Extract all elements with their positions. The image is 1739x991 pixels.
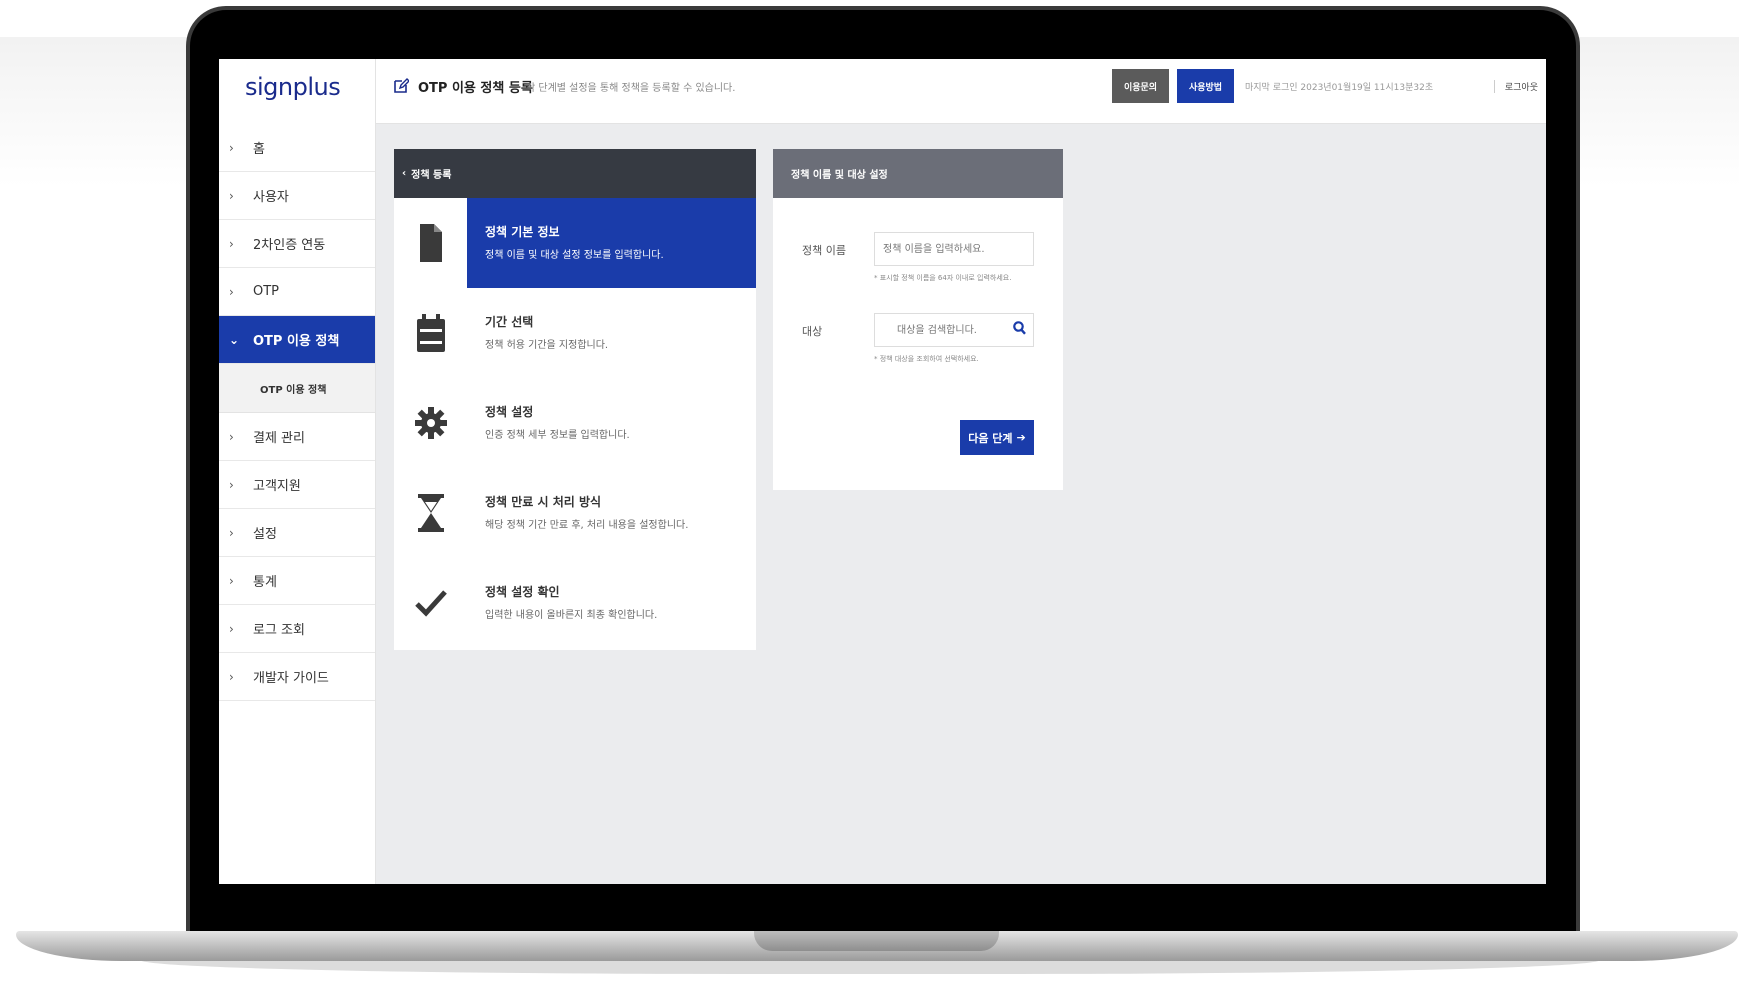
- sidebar-item-statistics[interactable]: › 통계: [219, 557, 375, 605]
- step-period-select[interactable]: 기간 선택 정책 허용 기간을 지정합니다.: [394, 288, 756, 378]
- sidebar-item-label: OTP: [253, 284, 280, 299]
- step-title: 정책 설정: [485, 405, 534, 419]
- chevron-down-icon: ⌄: [229, 332, 240, 347]
- inquiry-button[interactable]: 이용문의: [1112, 69, 1169, 103]
- chevron-right-icon: ›: [229, 477, 234, 492]
- chevron-right-icon: ›: [229, 140, 234, 155]
- steps-panel: ‹ 정책 등록 정책 기본 정보 정책 이름 및 대상 설정 정보를 입력합니다…: [394, 149, 756, 650]
- hourglass-icon: [394, 468, 468, 558]
- sidebar-item-label: 통계: [253, 575, 277, 590]
- policy-name-input[interactable]: [874, 232, 1034, 266]
- step-title: 정책 설정 확인: [485, 585, 560, 599]
- steps-panel-title: 정책 등록: [411, 170, 452, 181]
- sidebar-item-otp[interactable]: › OTP: [219, 268, 375, 316]
- target-search-input[interactable]: [874, 313, 1034, 347]
- sidebar-item-label: 홈: [253, 142, 265, 157]
- sidebar-item-billing[interactable]: › 결제 관리: [219, 413, 375, 461]
- chevron-right-icon: ›: [229, 284, 234, 299]
- step-description: 해당 정책 기간 만료 후, 처리 내용을 설정합니다.: [485, 520, 689, 531]
- chevron-right-icon: ›: [229, 236, 234, 251]
- sidebar: › 홈 › 사용자 › 2차인증 연동 › OTP ⌄ OTP 이용 정책 OT…: [219, 124, 376, 884]
- policy-name-label: 정책 이름: [802, 244, 846, 257]
- sidebar-item-label: OTP 이용 정책: [253, 334, 340, 349]
- sidebar-subitem-otp-policy[interactable]: OTP 이용 정책: [219, 364, 375, 413]
- step-description: 정책 허용 기간을 지정합니다.: [485, 340, 609, 351]
- step-basic-info[interactable]: 정책 기본 정보 정책 이름 및 대상 설정 정보를 입력합니다.: [394, 198, 756, 288]
- chevron-right-icon: ›: [229, 525, 234, 540]
- chevron-right-icon: ›: [229, 669, 234, 684]
- edit-icon: [393, 78, 410, 94]
- next-step-button[interactable]: 다음 단계 ➔: [960, 420, 1034, 455]
- step-title: 정책 기본 정보: [485, 225, 560, 239]
- document-icon: [394, 198, 468, 288]
- calendar-icon: [394, 288, 468, 378]
- chevron-right-icon: ›: [229, 188, 234, 203]
- step-confirm-settings[interactable]: 정책 설정 확인 입력한 내용이 올바른지 최종 확인합니다.: [394, 558, 756, 648]
- sidebar-item-label: 설정: [253, 527, 277, 542]
- sidebar-item-label: 개발자 가이드: [253, 671, 329, 686]
- policy-form-panel: 정책 이름 및 대상 설정 정책 이름 * 표시할 정책 이름을 64자 이내로…: [773, 149, 1063, 490]
- logout-link[interactable]: 로그아웃: [1493, 80, 1538, 93]
- sidebar-item-users[interactable]: › 사용자: [219, 172, 375, 220]
- sidebar-item-label: 로그 조회: [253, 623, 305, 638]
- user-guide-button[interactable]: 사용방법: [1177, 69, 1234, 103]
- form-title: 정책 이름 및 대상 설정: [773, 149, 1063, 198]
- app-screen: signplus OTP 이용 정책 등록 각 단계별 설정을 통해 정책을 등…: [219, 59, 1546, 884]
- gear-icon: [394, 378, 468, 468]
- laptop-notch: [754, 931, 999, 951]
- step-expiration-handling[interactable]: 정책 만료 시 처리 방식 해당 정책 기간 만료 후, 처리 내용을 설정합니…: [394, 468, 756, 558]
- check-icon: [394, 558, 468, 648]
- sidebar-item-label: 고객지원: [253, 479, 301, 494]
- step-description: 정책 이름 및 대상 설정 정보를 입력합니다.: [485, 250, 664, 261]
- target-label: 대상: [802, 325, 823, 338]
- policy-name-hint: * 표시할 정책 이름을 64자 이내로 입력하세요.: [874, 274, 1012, 282]
- logo[interactable]: signplus: [245, 73, 341, 101]
- search-icon[interactable]: [1013, 321, 1026, 339]
- sidebar-item-otp-policy[interactable]: ⌄ OTP 이용 정책: [219, 316, 375, 364]
- sidebar-item-label: 2차인증 연동: [253, 238, 326, 253]
- top-bar: OTP 이용 정책 등록 각 단계별 설정을 통해 정책을 등록할 수 있습니다…: [376, 59, 1546, 124]
- sidebar-item-label: 사용자: [253, 190, 289, 205]
- back-to-policy-register[interactable]: ‹ 정책 등록: [394, 149, 756, 198]
- sidebar-item-developer-guide[interactable]: › 개발자 가이드: [219, 653, 375, 701]
- chevron-right-icon: ›: [229, 573, 234, 588]
- step-policy-settings[interactable]: 정책 설정 인증 정책 세부 정보를 입력합니다.: [394, 378, 756, 468]
- step-title: 정책 만료 시 처리 방식: [485, 495, 602, 509]
- sidebar-item-label: 결제 관리: [253, 431, 305, 446]
- page-title: OTP 이용 정책 등록: [418, 81, 533, 96]
- sidebar-item-home[interactable]: › 홈: [219, 124, 375, 172]
- sidebar-item-support[interactable]: › 고객지원: [219, 461, 375, 509]
- sidebar-item-2fa-integration[interactable]: › 2차인증 연동: [219, 220, 375, 268]
- step-description: 입력한 내용이 올바른지 최종 확인합니다.: [485, 610, 658, 621]
- logo-area: signplus: [219, 59, 376, 124]
- sidebar-item-logs[interactable]: › 로그 조회: [219, 605, 375, 653]
- target-hint: * 정책 대상을 조회하여 선택하세요.: [874, 355, 979, 363]
- chevron-left-icon: ‹: [402, 168, 407, 179]
- last-login-info: 마지막 로그인 2023년01월19일 11시13분32초: [1245, 83, 1434, 93]
- next-step-label: 다음 단계: [968, 431, 1013, 445]
- chevron-right-icon: ›: [229, 621, 234, 636]
- step-description: 인증 정책 세부 정보를 입력합니다.: [485, 430, 630, 441]
- step-title: 기간 선택: [485, 315, 534, 329]
- page-description: 각 단계별 설정을 통해 정책을 등록할 수 있습니다.: [526, 83, 736, 94]
- sidebar-item-settings[interactable]: › 설정: [219, 509, 375, 557]
- laptop-foot: [140, 960, 1600, 974]
- arrow-right-icon: ➔: [1016, 431, 1026, 444]
- chevron-right-icon: ›: [229, 429, 234, 444]
